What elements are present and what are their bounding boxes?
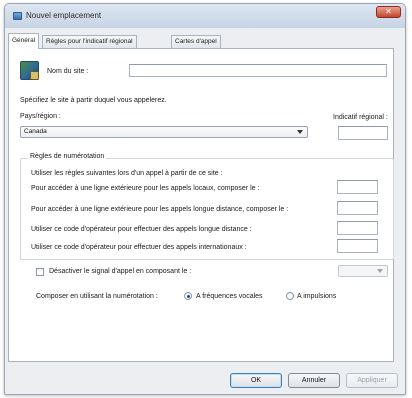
site-name-input[interactable] xyxy=(129,64,387,77)
window-title: Nouvel emplacement xyxy=(26,11,102,20)
close-button[interactable]: ✕ xyxy=(376,6,401,18)
long-distance-access-input[interactable] xyxy=(337,201,378,215)
local-access-label: Pour accéder à une ligne extérieure pour… xyxy=(31,185,260,192)
apply-button[interactable]: Appliquer xyxy=(346,373,398,388)
carrier-international-label: Utiliser ce code d'opérateur pour effect… xyxy=(31,244,247,251)
pulse-dialing-label: A impulsions xyxy=(297,293,337,300)
area-code-label: Indicatif régional : xyxy=(333,114,388,121)
cancel-button[interactable]: Annuler xyxy=(288,373,340,388)
disable-call-waiting-checkbox[interactable] xyxy=(36,268,44,276)
chevron-down-icon xyxy=(377,269,383,273)
country-region-label: Pays/région : xyxy=(20,113,61,120)
phone-modem-icon xyxy=(13,12,22,20)
tab-calling-cards[interactable]: Cartes d'appel xyxy=(171,35,221,48)
title-bar[interactable]: Nouvel emplacement ✕ xyxy=(5,4,405,28)
local-access-input[interactable] xyxy=(337,180,378,194)
carrier-international-input[interactable] xyxy=(337,239,378,253)
pulse-dialing-radio[interactable] xyxy=(286,292,294,300)
tone-dialing-label: A fréquences vocales xyxy=(196,293,263,300)
chevron-down-icon xyxy=(297,130,303,134)
tab-general[interactable]: Général xyxy=(8,33,40,49)
dial-mode-label: Composer en utilisant la numérotation : xyxy=(36,293,158,300)
country-region-select[interactable]: Canada xyxy=(20,126,308,138)
area-code-input[interactable] xyxy=(338,126,388,140)
location-icon xyxy=(20,61,39,80)
country-region-value: Canada xyxy=(24,128,47,135)
call-waiting-code-select[interactable] xyxy=(338,265,388,277)
location-instruction: Spécifiez le site à partir duquel vous a… xyxy=(20,97,167,104)
dialing-rules-intro: Utiliser les règles suivantes lors d'un … xyxy=(31,170,223,177)
carrier-long-distance-label: Utiliser ce code d'opérateur pour effect… xyxy=(31,226,252,233)
tone-dialing-radio[interactable] xyxy=(184,292,192,300)
site-name-label: Nom du site : xyxy=(47,68,89,75)
long-distance-access-label: Pour accéder à une ligne extérieure pour… xyxy=(31,206,289,213)
tab-area-code-rules[interactable]: Règles pour l'indicatif régional xyxy=(42,35,137,48)
ok-button[interactable]: OK xyxy=(230,373,282,388)
disable-call-waiting-label: Désactiver le signal d'appel en composan… xyxy=(49,268,192,275)
carrier-long-distance-input[interactable] xyxy=(337,221,378,235)
dialing-rules-title: Règles de numérotation xyxy=(28,153,107,160)
